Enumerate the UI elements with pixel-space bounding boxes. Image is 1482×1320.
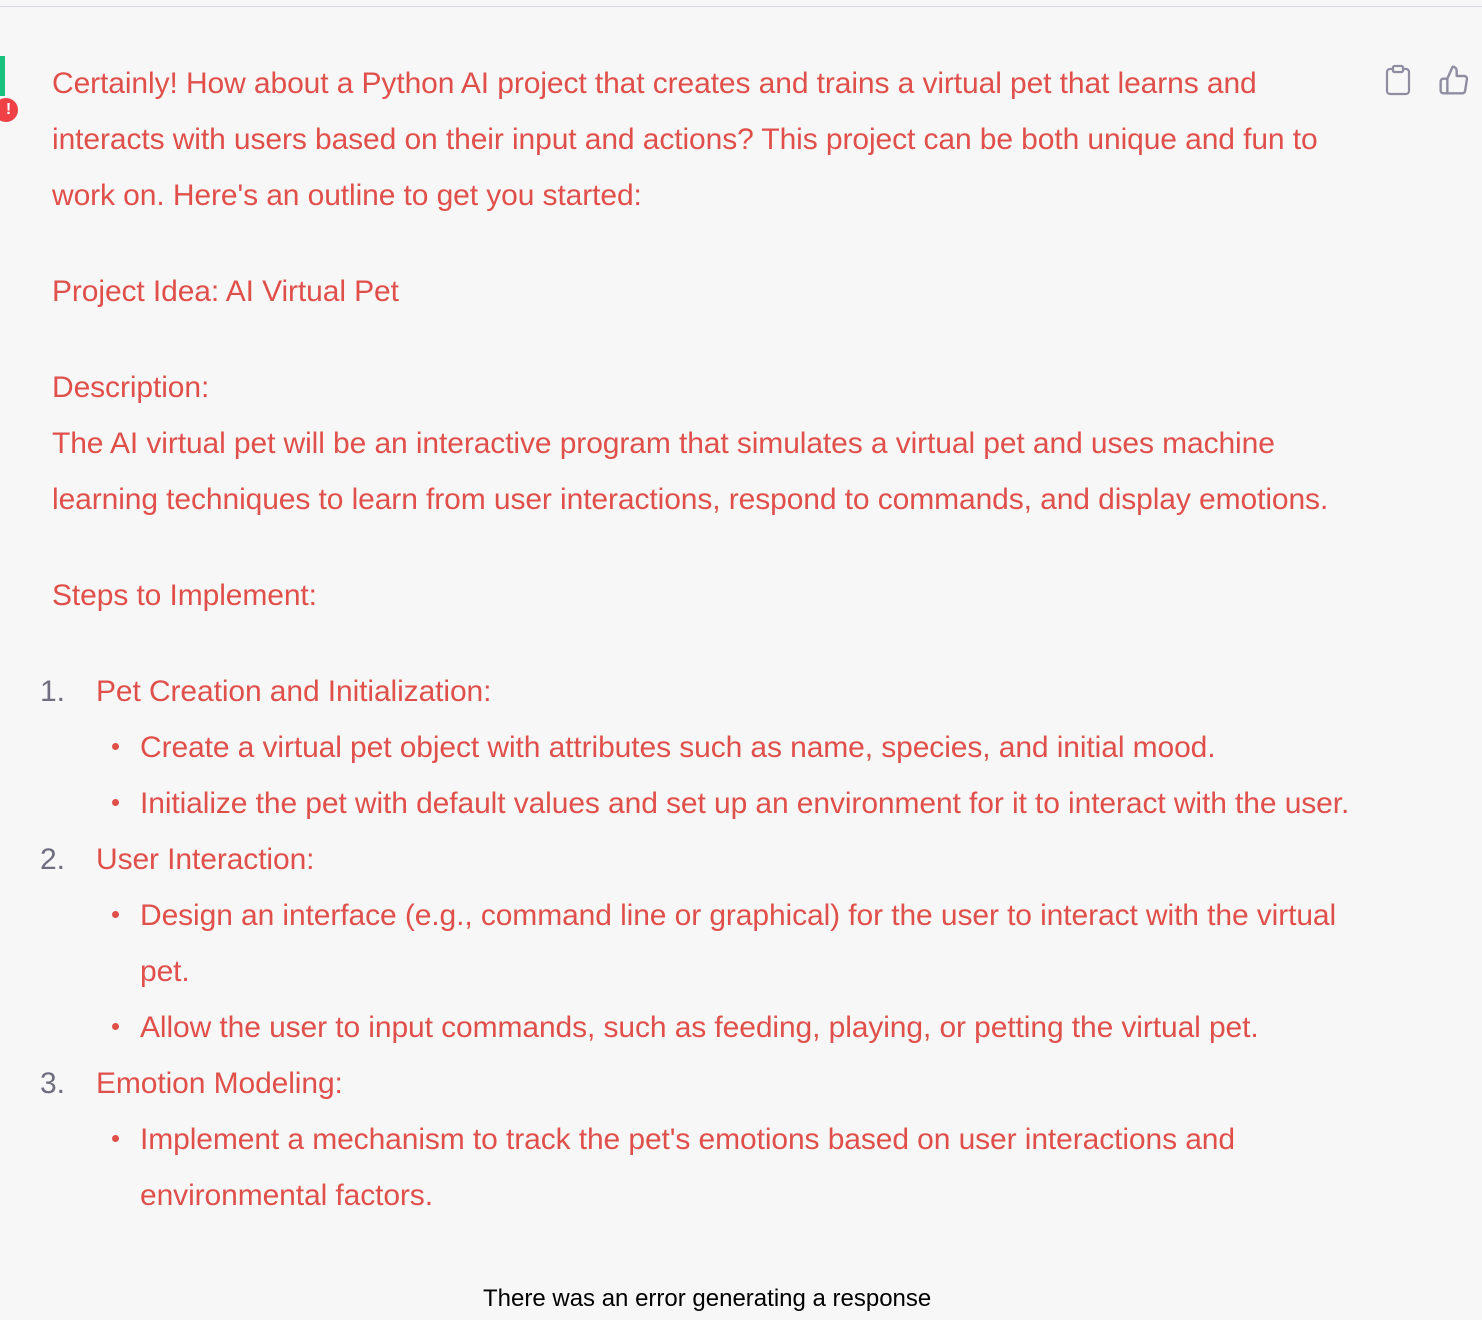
project-idea: Project Idea: AI Virtual Pet [52, 275, 399, 308]
step-bullets: Create a virtual pet object with attribu… [96, 720, 1352, 832]
thumbs-up-button[interactable] [1436, 62, 1472, 98]
intro-paragraph: Certainly! How about a Python AI project… [52, 67, 1318, 212]
thumbs-up-icon [1438, 64, 1470, 96]
step-title: User Interaction: [96, 843, 315, 876]
bullet-item: Design an interface (e.g., command line … [112, 888, 1352, 1000]
assistant-avatar [0, 56, 5, 96]
step-bullets: Implement a mechanism to track the pet's… [96, 1112, 1352, 1224]
assistant-message: Certainly! How about a Python AI project… [40, 56, 1352, 1224]
step-title: Emotion Modeling: [96, 1067, 343, 1100]
message-actions [1380, 62, 1472, 98]
bullet-item: Implement a mechanism to track the pet's… [112, 1112, 1352, 1224]
step-bullets: Design an interface (e.g., command line … [96, 888, 1352, 1056]
copy-button[interactable] [1380, 62, 1416, 98]
error-badge: ! [0, 98, 18, 122]
bullet-item: Initialize the pet with default values a… [112, 776, 1352, 832]
top-divider [0, 6, 1482, 7]
steps-heading: Steps to Implement: [52, 579, 317, 612]
step-item: 2. User Interaction: Design an interface… [40, 832, 1352, 1056]
description-body: The AI virtual pet will be an interactiv… [52, 427, 1329, 516]
description-heading: Description: [52, 371, 210, 404]
step-number: 2. [40, 843, 65, 876]
step-item: 1. Pet Creation and Initialization: Crea… [40, 664, 1352, 832]
step-number: 3. [40, 1067, 65, 1100]
step-number: 1. [40, 675, 65, 708]
step-title: Pet Creation and Initialization: [96, 675, 492, 708]
error-message: There was an error generating a response [483, 1284, 938, 1314]
steps-list: 1. Pet Creation and Initialization: Crea… [40, 664, 1352, 1224]
bullet-item: Allow the user to input commands, such a… [112, 1000, 1352, 1056]
bullet-item: Create a virtual pet object with attribu… [112, 720, 1352, 776]
clipboard-icon [1384, 64, 1412, 96]
step-item: 3. Emotion Modeling: Implement a mechani… [40, 1056, 1352, 1224]
